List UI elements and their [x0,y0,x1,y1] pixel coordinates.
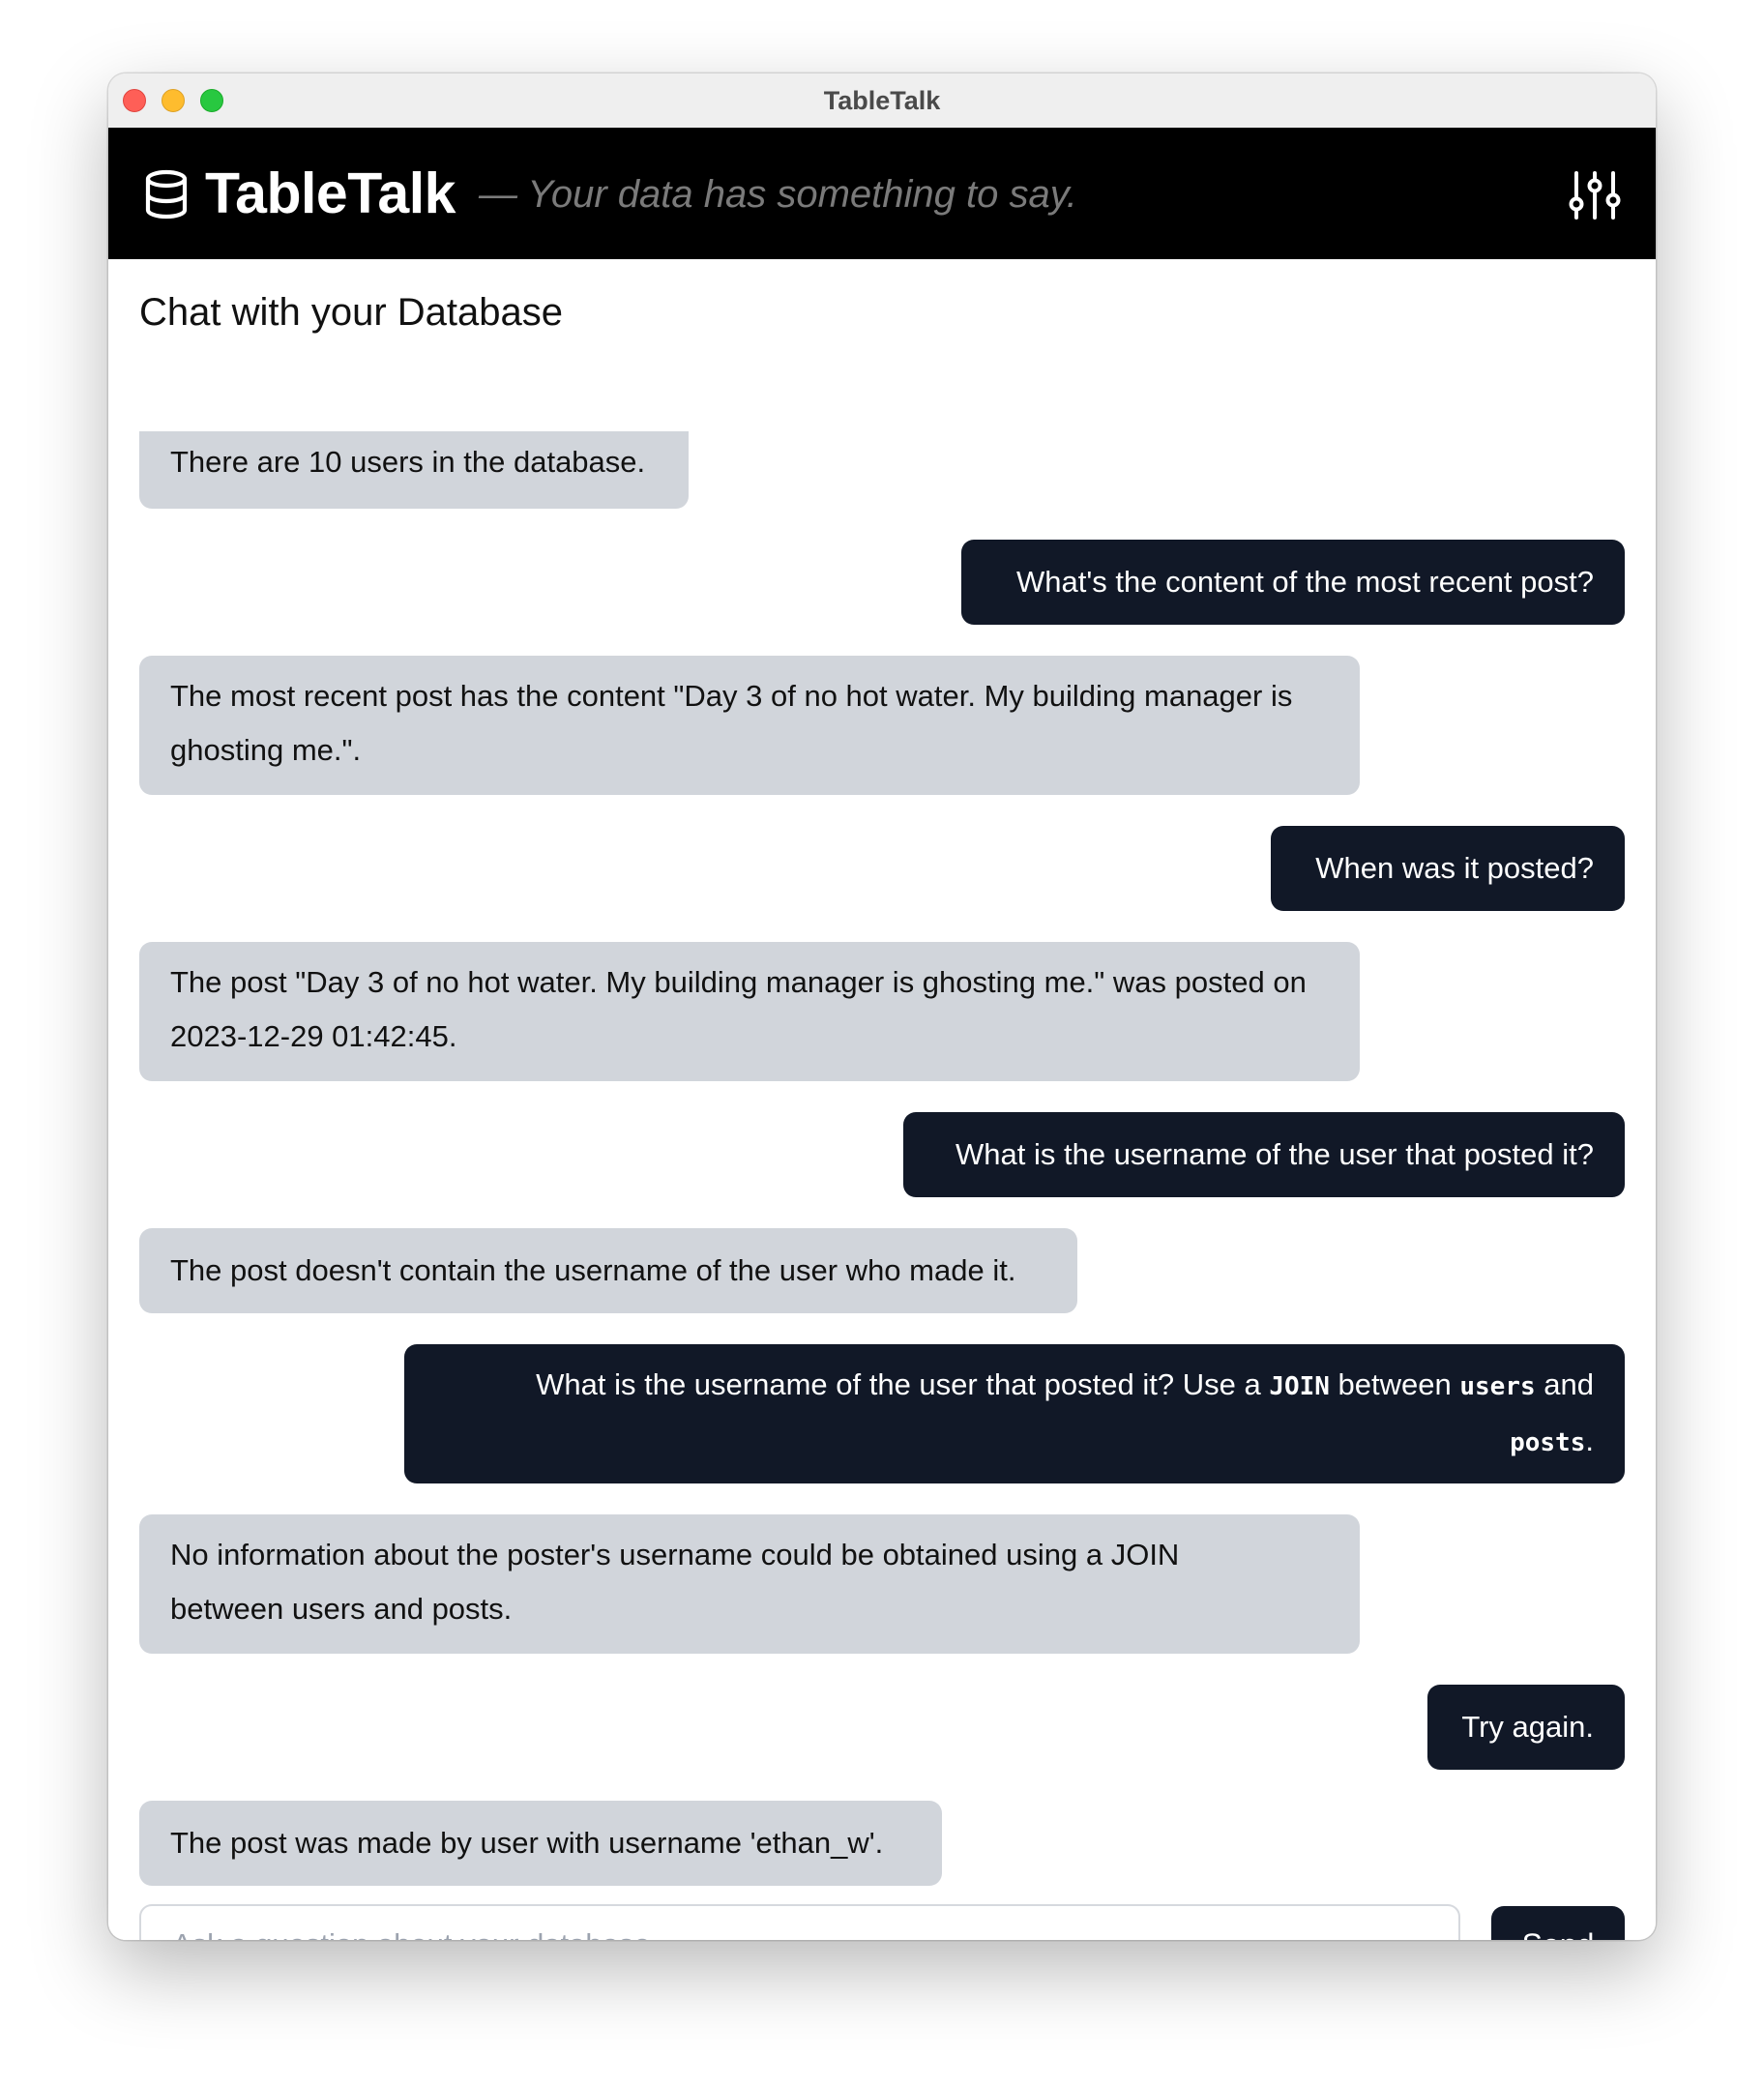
inline-code: posts [1510,1428,1586,1457]
bot-message: There are 10 users in the database. [139,431,689,509]
user-message: What is the username of the user that po… [404,1344,1625,1483]
app-window: TableTalk TableTalk — Your data has some… [108,73,1656,1940]
bot-message: No information about the poster's userna… [139,1514,1360,1654]
app-brand: TableTalk [205,162,456,225]
desktop: TableTalk TableTalk — Your data has some… [0,0,1764,2085]
inline-code: JOIN [1269,1372,1330,1401]
bot-message: The post doesn't contain the username of… [139,1228,1077,1313]
chat-panel: There are 10 users in the database. What… [108,259,1656,1940]
chat-title: Chat with your Database [139,291,564,334]
bot-message: The post was made by user with username … [139,1801,942,1886]
window-titlebar: TableTalk [108,73,1656,129]
message-list[interactable]: There are 10 users in the database. What… [108,259,1656,1886]
user-message: What is the username of the user that po… [903,1112,1625,1197]
user-message: What's the content of the most recent po… [961,540,1625,625]
send-button[interactable]: Send [1491,1906,1625,1940]
window-title: TableTalk [823,86,941,115]
app-tagline: — Your data has something to say. [479,173,1077,216]
user-message: Try again. [1427,1685,1625,1770]
app-header: TableTalk — Your data has something to s… [108,128,1656,259]
user-message: When was it posted? [1271,826,1625,911]
sliders-icon[interactable] [1569,170,1621,220]
database-icon [145,169,188,220]
question-input[interactable] [139,1904,1460,1940]
inline-code: users [1459,1372,1536,1401]
bot-message: The post "Day 3 of no hot water. My buil… [139,942,1360,1081]
bot-message: The most recent post has the content "Da… [139,656,1360,795]
